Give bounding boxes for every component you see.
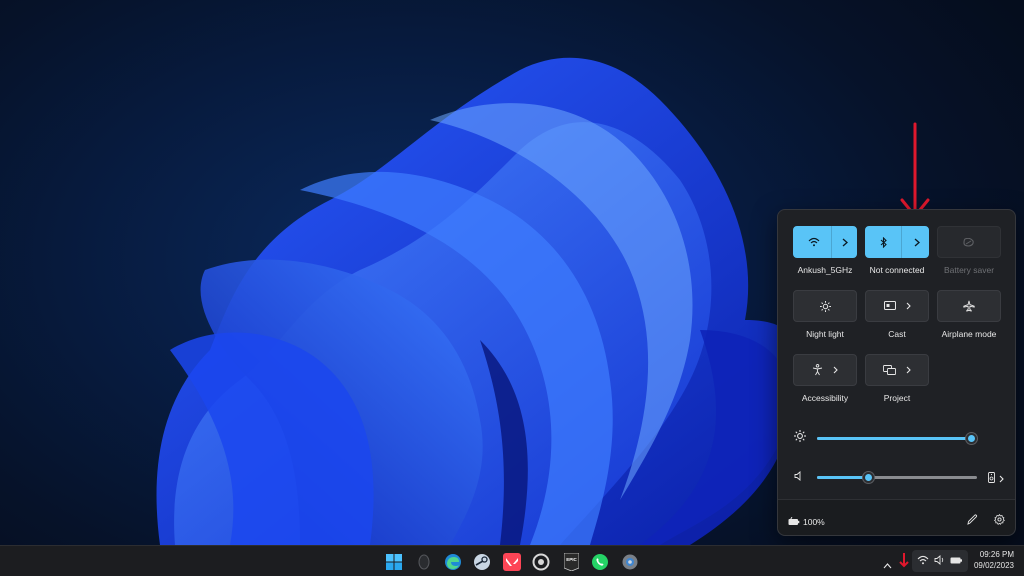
volume-slider-thumb[interactable] [862, 471, 874, 483]
chevron-right-icon [906, 302, 911, 310]
battery-charging-icon [788, 513, 800, 531]
brightness-slider-thumb[interactable] [965, 432, 977, 444]
accessibility-icon [812, 364, 823, 376]
tile-project-wrapper: Project [861, 354, 933, 403]
chevron-right-icon[interactable] [914, 238, 920, 247]
volume-slider-fill [817, 475, 869, 479]
taskbar: EPIC 09:26 PM 09/02/2023 [0, 545, 1024, 576]
tile-label-project: Project [883, 393, 911, 403]
chevron-right-icon [833, 366, 838, 374]
speaker-icon [934, 552, 945, 570]
clock-date: 09/02/2023 [973, 561, 1014, 570]
tile-label-cast: Cast [888, 329, 906, 339]
chevron-right-icon [906, 366, 911, 374]
wifi-icon [917, 552, 929, 570]
airplane-mode-toggle[interactable] [937, 290, 1001, 322]
tile-wifi-wrapper: Ankush_5GHz [789, 226, 861, 275]
brightness-sun-icon [819, 300, 831, 312]
whatsapp-icon[interactable] [590, 552, 610, 572]
tile-label-airplane-mode: Airplane mode [941, 329, 997, 339]
clock[interactable]: 09:26 PM 09/02/2023 [966, 550, 1014, 570]
settings-gear-icon[interactable] [994, 512, 1005, 530]
tile-label-bluetooth: Not connected [869, 265, 925, 275]
bluetooth-icon [880, 236, 888, 248]
project-icon [883, 365, 896, 375]
tray-status-group[interactable] [912, 550, 968, 572]
brightness-slider-row [794, 430, 1002, 446]
tile-accessibility-wrapper: Accessibility [789, 354, 861, 403]
tile-label-wifi: Ankush_5GHz [797, 265, 853, 275]
battery-saver-toggle [937, 226, 1001, 258]
airplane-icon [963, 300, 975, 312]
tile-night-light-wrapper: Night light [789, 290, 861, 339]
wifi-icon [808, 237, 820, 247]
valorant-icon[interactable] [502, 552, 522, 572]
cast-toggle[interactable] [865, 290, 929, 322]
project-toggle[interactable] [865, 354, 929, 386]
accessibility-toggle[interactable] [793, 354, 857, 386]
battery-icon [950, 552, 963, 570]
tile-divider [900, 226, 902, 258]
night-light-toggle[interactable] [793, 290, 857, 322]
quick-settings-footer: 100% [778, 499, 1015, 535]
speaker-icon[interactable] [794, 468, 805, 486]
volume-slider-row [794, 468, 1004, 488]
edit-pencil-icon[interactable] [967, 512, 978, 530]
tile-battery-saver-wrapper: Battery saver [933, 226, 1005, 275]
mouse-app-icon[interactable] [414, 552, 434, 572]
cast-icon [883, 301, 896, 311]
battery-saver-icon [962, 237, 976, 247]
settings-icon[interactable] [620, 552, 640, 572]
tray-app-icon[interactable] [898, 552, 910, 573]
clock-time: 09:26 PM [979, 550, 1014, 559]
chevron-right-icon [999, 470, 1004, 488]
bluetooth-toggle[interactable] [865, 226, 929, 258]
battery-status[interactable]: 100% [788, 513, 825, 531]
audio-device-icon [988, 470, 995, 488]
quick-settings-flyout: Ankush_5GHz Not connected Battery saver [777, 209, 1016, 536]
chevron-up-icon[interactable] [883, 556, 892, 574]
chevron-right-icon[interactable] [842, 238, 848, 247]
edge-icon[interactable] [443, 552, 463, 572]
battery-percent: 100% [803, 517, 825, 527]
tile-cast-wrapper: Cast [861, 290, 933, 339]
tile-label-night-light: Night light [806, 329, 844, 339]
tile-bluetooth-wrapper: Not connected [861, 226, 933, 275]
tile-divider [830, 226, 832, 258]
audio-output-selector[interactable] [988, 470, 1004, 488]
tile-label-battery-saver: Battery saver [943, 265, 995, 275]
epic-games-icon[interactable]: EPIC [561, 552, 581, 572]
start-icon[interactable] [384, 552, 404, 572]
steam-icon[interactable] [472, 552, 492, 572]
overwolf-icon[interactable] [531, 552, 551, 572]
tile-airplane-wrapper: Airplane mode [933, 290, 1005, 339]
tile-label-accessibility: Accessibility [801, 393, 849, 403]
wifi-toggle[interactable] [793, 226, 857, 258]
brightness-slider-fill [817, 436, 971, 440]
brightness-icon [794, 429, 806, 447]
svg-text:EPIC: EPIC [566, 557, 577, 562]
